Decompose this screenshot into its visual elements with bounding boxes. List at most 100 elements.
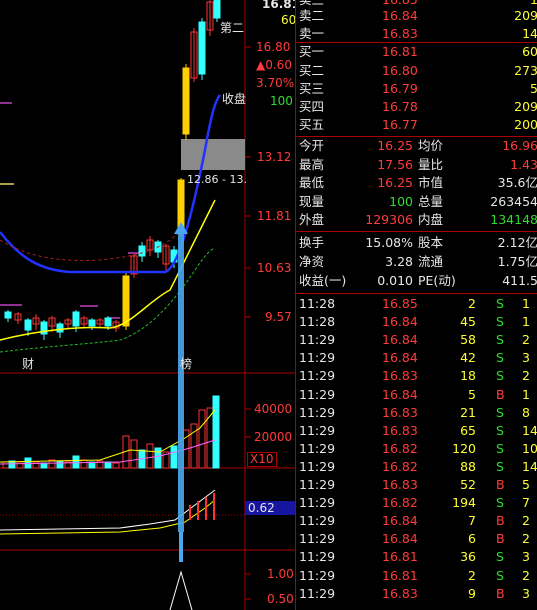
stat-value: 17.56 (377, 156, 413, 172)
stat-value: 1.43 (510, 156, 537, 172)
bid-vol: 200 (514, 117, 537, 132)
stat-label: 均价 (418, 138, 444, 153)
fundamental-value: 2.12亿 (497, 235, 537, 250)
tick-row[interactable]: 11:28 16.85 2 S 1 (296, 295, 537, 313)
tick-count: 3 (522, 585, 530, 601)
tick-row[interactable]: 11:29 16.84 5 B 1 (296, 386, 537, 404)
tick-row[interactable]: 11:29 16.82 88 S 14 (296, 458, 537, 476)
tick-side: S (496, 495, 504, 511)
tick-volume: 36 (460, 549, 476, 565)
tick-time: 11:29 (299, 368, 336, 384)
tick-volume: 7 (468, 513, 476, 529)
bid-label: 买三 (299, 81, 325, 96)
stat-label: 今开 (299, 138, 325, 153)
tick-price: 16.82 (382, 495, 418, 511)
bid-vol: 273 (514, 63, 537, 78)
chart-marks (0, 0, 222, 610)
tick-price: 16.85 (382, 296, 418, 311)
tick-row[interactable]: 11:29 16.84 58 S 2 (296, 331, 537, 349)
tick-row[interactable]: 11:29 16.83 65 S 14 (296, 422, 537, 440)
stat-label: 总量 (418, 193, 444, 209)
tick-row[interactable]: 11:29 16.84 42 S 3 (296, 349, 537, 367)
fundamental-label: 收益(一) (299, 273, 347, 288)
stat-row: 现量 100 总量 263454 (296, 193, 537, 211)
bid-vol: 60 (522, 44, 537, 59)
bid-row-1[interactable]: 买一 16.81 60 (296, 43, 537, 61)
volume-bar (56, 460, 64, 469)
tick-row[interactable]: 11:29 16.83 18 S 2 (296, 367, 537, 385)
tick-time: 11:29 (299, 513, 336, 529)
tick-volume: 120 (452, 440, 476, 456)
range-label: 12.86 - 13. (187, 173, 247, 186)
stat-row: 外盘 129306 内盘 134148 (296, 211, 537, 229)
tick-row[interactable]: 11:29 16.81 36 S 3 (296, 548, 537, 566)
volume-tick-2: 20000 (254, 430, 293, 444)
tick-row[interactable]: 11:29 16.84 6 B 2 (296, 530, 537, 548)
tick-count: 3 (522, 549, 530, 565)
tick-count: 10 (522, 440, 537, 456)
tick-side: S (496, 296, 504, 311)
ask-label: 卖二 (299, 8, 325, 23)
bid-row-3[interactable]: 买三 16.79 5 (296, 80, 537, 98)
price-range-band (181, 139, 245, 170)
stat-row: 今开 16.25 均价 16.96 (296, 137, 537, 155)
volume-bar (198, 409, 206, 469)
fundamental-value: 15.08% (365, 235, 413, 250)
tick-row[interactable]: 11:29 16.82 194 S 7 (296, 494, 537, 512)
tick-side: S (496, 368, 504, 384)
candle-body (198, 21, 206, 75)
tick-price: 16.84 (382, 350, 418, 366)
volume-multiplier: X10 (247, 452, 277, 467)
tick-row[interactable]: 11:29 16.81 2 S 2 (296, 567, 537, 585)
tick-count: 3 (522, 350, 530, 366)
volume-bar (2, 461, 10, 469)
fundamental-label: 换手 (299, 235, 325, 250)
ask-row-2[interactable]: 卖二 16.84 209 (296, 7, 537, 25)
tick-time: 11:29 (299, 477, 336, 492)
tick-volume: 5 (468, 386, 476, 402)
ask-volume: 100 (270, 94, 293, 108)
tick-volume: 21 (460, 404, 476, 420)
tick-volume: 45 (460, 314, 476, 330)
tick-count: 8 (522, 404, 530, 420)
tick-side: B (496, 386, 505, 402)
tick-side: S (496, 404, 504, 420)
tick-row[interactable]: 11:28 16.84 45 S 1 (296, 313, 537, 331)
tick-row[interactable]: 11:29 16.83 52 B 5 (296, 476, 537, 494)
close-tag: 收盘 (222, 92, 247, 106)
last-volume: 60 (281, 13, 295, 27)
price-tick-4: 9.57 (265, 310, 292, 324)
bid-row-2[interactable]: 买二 16.80 273 (296, 62, 537, 80)
tick-volume: 65 (460, 422, 476, 438)
tick-volume: 194 (452, 495, 476, 511)
volume-bar (72, 455, 80, 469)
bid-row-4[interactable]: 买四 16.78 209 (296, 98, 537, 116)
tick-row[interactable]: 11:29 16.82 120 S 10 (296, 440, 537, 458)
tick-volume: 9 (468, 585, 476, 601)
tick-time: 11:29 (299, 567, 336, 583)
bid-label: 买一 (299, 44, 325, 59)
volume-bar (16, 461, 24, 469)
tick-count: 2 (522, 368, 530, 384)
price-tick-3: 10.63 (257, 261, 292, 275)
kline-chart[interactable]: 16.81 60 16.80 ▲0.60 3.70% 100 13.12 11.… (0, 0, 295, 610)
tick-row[interactable]: 11:29 16.83 9 B 3 (296, 585, 537, 603)
fin-tag: 财 (22, 357, 35, 371)
tick-row[interactable]: 11:29 16.84 7 B 2 (296, 512, 537, 530)
tick-volume: 6 (468, 531, 476, 547)
stat-label: 现量 (299, 193, 325, 209)
tick-price: 16.84 (382, 386, 418, 402)
stat-value: 16.96 (502, 138, 537, 153)
kline-canvas[interactable] (0, 0, 295, 610)
tick-time: 11:29 (299, 458, 336, 474)
tick-side: S (496, 440, 504, 456)
fundamental-value: 3.28 (385, 254, 413, 269)
tick-row[interactable]: 11:29 16.83 21 S 8 (296, 404, 537, 422)
tick-price: 16.82 (382, 458, 418, 474)
bid-row-5[interactable]: 买五 16.77 200 (296, 116, 537, 134)
fundamental-row: 收益(一) 0.010 PE(动) 411.5 (296, 272, 537, 290)
tick-count: 1 (522, 386, 530, 402)
ask-row-1[interactable]: 卖一 16.83 14 (296, 25, 537, 43)
tick-side: S (496, 458, 504, 474)
ask-vol: 209 (514, 8, 537, 23)
